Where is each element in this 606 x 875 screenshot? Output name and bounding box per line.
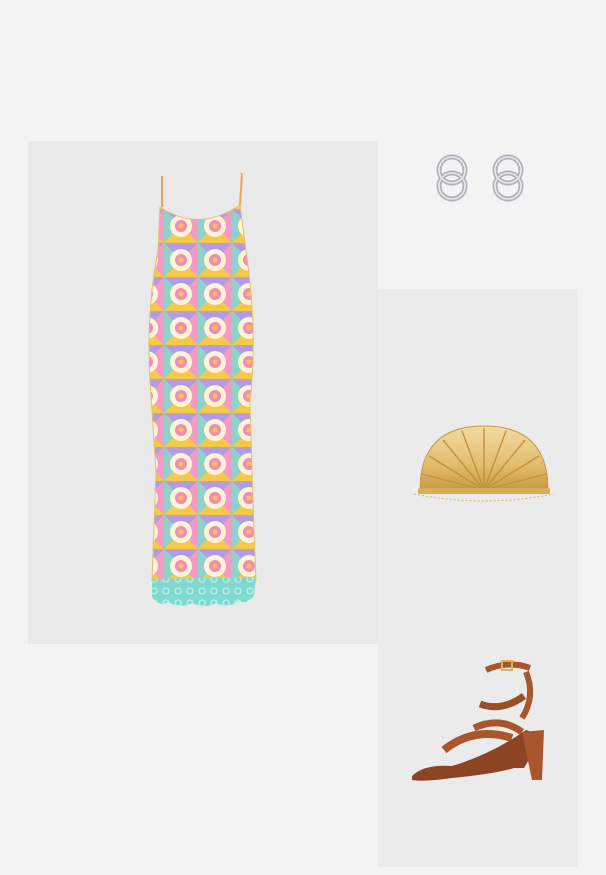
dress-body bbox=[148, 204, 257, 582]
sandal-icon bbox=[412, 660, 544, 781]
earrings-item[interactable] bbox=[430, 146, 540, 210]
dress-image[interactable] bbox=[28, 141, 378, 644]
clutch-icon bbox=[413, 425, 555, 502]
dress-panel bbox=[28, 141, 378, 644]
earrings-icon bbox=[436, 154, 524, 202]
dress-straps bbox=[161, 172, 243, 207]
sandal-item[interactable] bbox=[404, 656, 554, 788]
clutch-item[interactable] bbox=[404, 418, 564, 510]
dress-hem-lace bbox=[152, 577, 256, 606]
